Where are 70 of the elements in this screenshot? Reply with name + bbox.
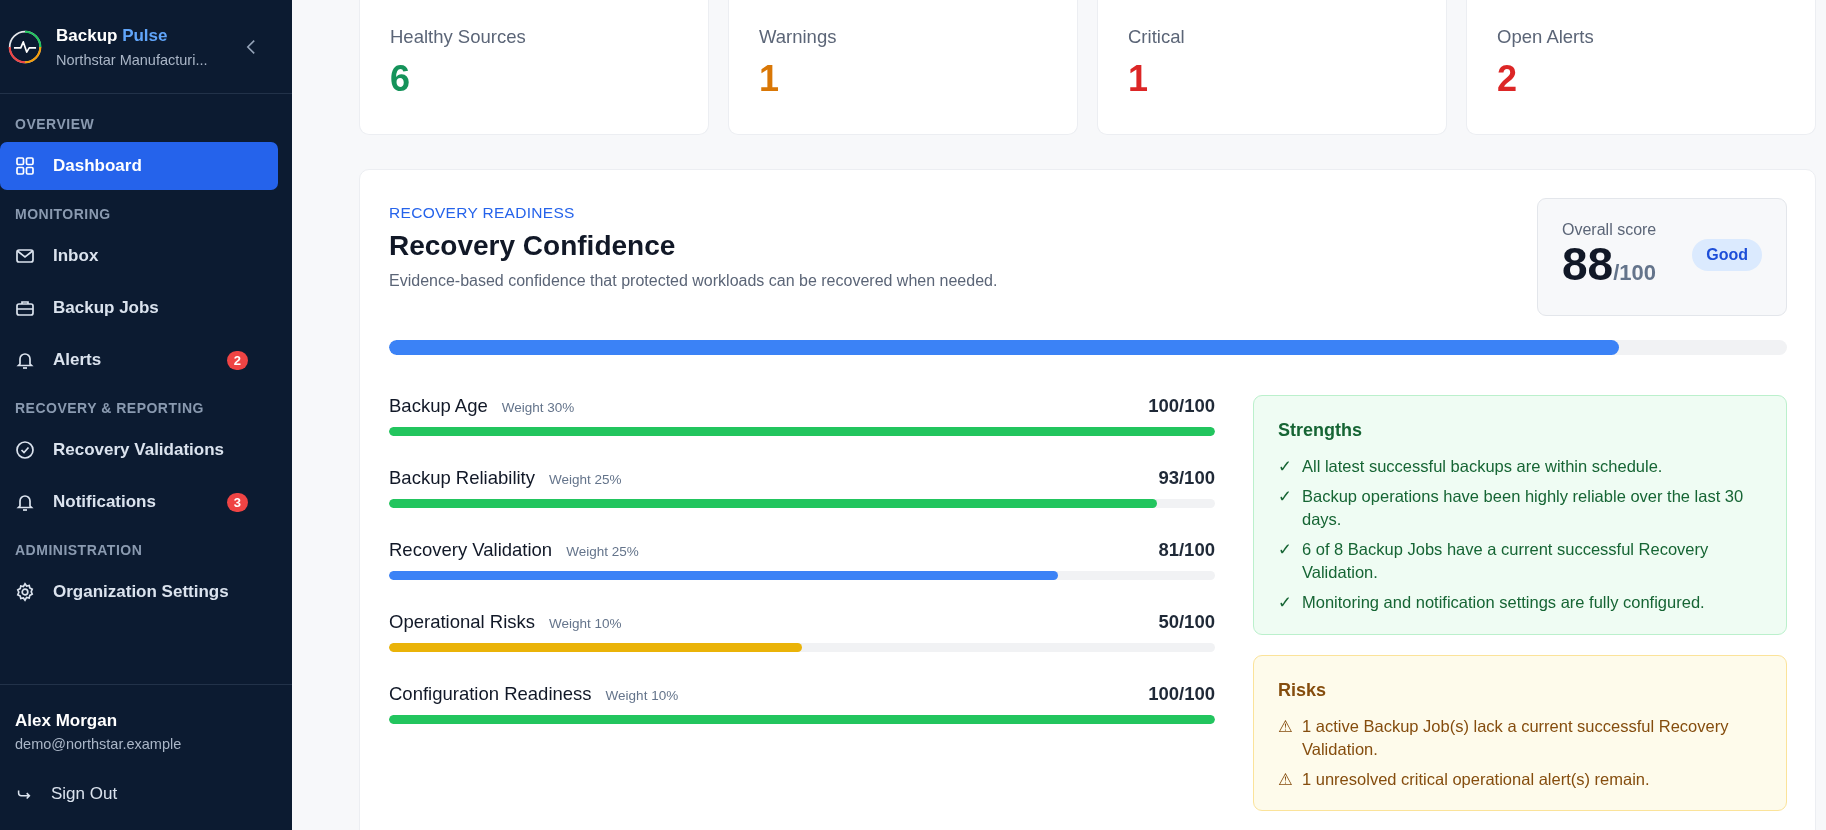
risk-text: 1 active Backup Job(s) lack a current successful Recovery Validation. <box>1302 715 1730 760</box>
nav-section-title: ADMINISTRATION <box>14 542 144 558</box>
factor-name: Recovery Validation <box>389 539 553 561</box>
nav-item[interactable]: Alerts 2 <box>0 336 278 384</box>
strengths-title: Strengths <box>1278 420 1363 441</box>
check-mark: ✓ <box>1278 486 1292 508</box>
user-email: demo@northstar.example <box>14 736 183 752</box>
risk-text: 1 unresolved critical operational alert(s) remain. <box>1302 768 1650 790</box>
factor-weight: Weight 30% <box>501 400 576 415</box>
sign-out-button[interactable]: Sign Out <box>0 770 278 818</box>
check-mark: ✓ <box>1278 456 1292 477</box>
score-label: Overall score <box>1562 221 1657 239</box>
factor-score: 50/100 <box>1158 611 1215 633</box>
settings-icon <box>15 582 35 602</box>
nav-section-title: OVERVIEW <box>14 116 96 132</box>
grid-icon <box>15 156 35 176</box>
factor-score: 81/100 <box>1158 539 1215 561</box>
factor-weight: Weight 25% <box>566 544 640 559</box>
user-name: Alex Morgan <box>14 711 119 731</box>
strength-text: All latest successful backups are within schedule. <box>1302 456 1663 477</box>
nav-item[interactable]: Backup Jobs <box>0 284 278 332</box>
check-mark: ✓ <box>1278 592 1292 614</box>
stat-label: Open Alerts <box>1497 26 1595 48</box>
rating-badge: Good <box>1692 239 1762 271</box>
panel-description: Evidence-based confidence that protected workloads can be recovered when needed. <box>389 272 998 290</box>
factor-name: Backup Age <box>389 395 488 417</box>
nav-item[interactable]: Dashboard <box>0 142 278 190</box>
check-circle-icon <box>15 440 35 460</box>
nav-item[interactable]: Notifications 3 <box>0 478 278 526</box>
bell-icon <box>15 350 35 370</box>
factor-score: 100/100 <box>1148 683 1215 705</box>
strength-text: Monitoring and notification settings are fully configured. <box>1302 592 1705 614</box>
briefcase-icon <box>15 298 35 318</box>
stat-label: Warnings <box>759 26 838 48</box>
section-eyebrow: RECOVERY READINESS <box>389 204 576 222</box>
organization-name: Northstar Manufacturi... <box>56 51 209 68</box>
nav-item[interactable]: Inbox <box>0 232 278 280</box>
stat-value: 2 <box>1497 58 1519 100</box>
count-badge: 3 <box>226 492 248 512</box>
nav-item[interactable]: Organization Settings <box>0 568 278 616</box>
nav-item[interactable]: Recovery Validations <box>0 426 278 474</box>
pulse-logo-icon <box>8 29 42 64</box>
strength-text: 6 of 8 Backup Jobs have a current successful Recovery Validation. <box>1302 539 1710 584</box>
factor-score: 93/100 <box>1158 467 1215 489</box>
factor-score: 100/100 <box>1148 395 1215 417</box>
warning-mark: ⚠ <box>1278 768 1292 790</box>
app-name: Backup Pulse <box>56 25 169 46</box>
mail-icon <box>15 246 35 266</box>
nav-section-title: MONITORING <box>14 206 112 222</box>
stat-value: 1 <box>1128 58 1150 100</box>
collapse-icon[interactable] <box>246 38 256 55</box>
factor-name: Backup Reliability <box>389 467 535 489</box>
panel-title: Recovery Confidence <box>389 230 677 262</box>
score-value: 88/100 <box>1562 239 1657 290</box>
factor-weight: Weight 10% <box>549 616 623 631</box>
count-badge: 2 <box>226 350 248 370</box>
stat-label: Critical <box>1128 26 1186 48</box>
nav-section-title: RECOVERY & REPORTING <box>14 400 205 416</box>
stat-value: 1 <box>759 58 781 100</box>
check-mark: ✓ <box>1278 539 1292 561</box>
stat-label: Healthy Sources <box>390 26 527 48</box>
factor-name: Operational Risks <box>389 611 535 633</box>
stat-value: 6 <box>390 58 412 100</box>
strength-text: Backup operations have been highly reliable over the last 30 days. <box>1302 486 1745 531</box>
risks-title: Risks <box>1278 679 1328 701</box>
bell-icon <box>15 492 35 512</box>
factor-name: Configuration Readiness <box>389 683 592 705</box>
warning-mark: ⚠ <box>1278 715 1292 737</box>
factor-weight: Weight 25% <box>549 472 623 487</box>
factor-weight: Weight 10% <box>605 688 680 703</box>
